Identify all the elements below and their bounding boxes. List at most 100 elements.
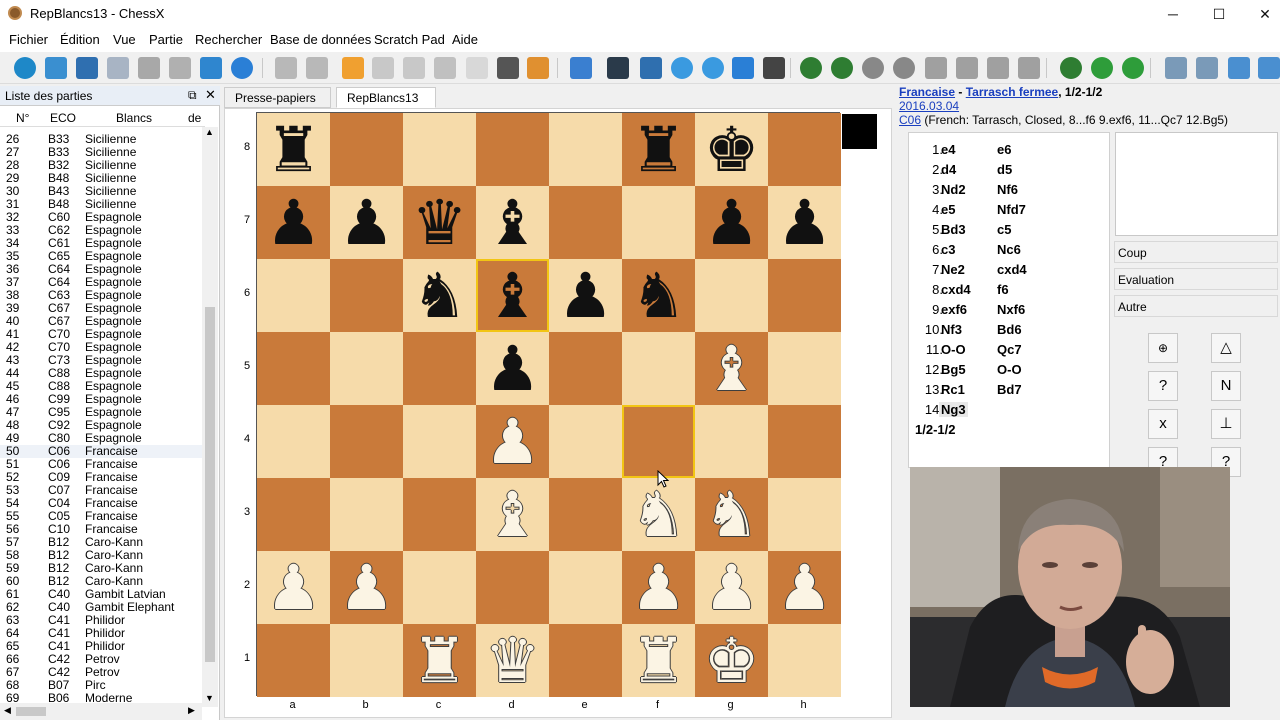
white-pawn-icon[interactable]: ♟ — [768, 551, 841, 624]
down-icon[interactable] — [987, 57, 1009, 79]
game-list-hscroll-thumb[interactable] — [16, 707, 46, 716]
black-move[interactable]: O-O — [997, 362, 1022, 377]
square-e8[interactable] — [549, 113, 622, 186]
black-bishop-icon[interactable]: ♝ — [476, 259, 549, 332]
square-f2[interactable]: ♟ — [622, 551, 695, 624]
engine-icon[interactable] — [640, 57, 662, 79]
square-g4[interactable] — [695, 405, 768, 478]
section-evaluation[interactable]: Evaluation — [1114, 268, 1278, 290]
square-f7[interactable] — [622, 186, 695, 259]
maximize-button[interactable]: ☐ — [1196, 0, 1242, 28]
tab-repblancs13[interactable]: RepBlancs13✕ — [336, 87, 436, 123]
square-c3[interactable] — [403, 478, 476, 551]
scroll-up-icon[interactable]: ▲ — [205, 127, 214, 137]
white-queen-icon[interactable]: ♛ — [476, 624, 549, 697]
square-g2[interactable]: ♟ — [695, 551, 768, 624]
white-move[interactable]: Bg5 — [941, 362, 966, 377]
menu-partie[interactable]: Partie — [149, 32, 183, 47]
white-knight-icon[interactable]: ♞ — [622, 478, 695, 551]
menu-edition[interactable]: Édition — [60, 32, 100, 47]
menu-base-de-donnees[interactable]: Base de données — [270, 32, 371, 47]
black-king-icon[interactable]: ♚ — [695, 113, 768, 186]
black-rook-icon[interactable]: ♜ — [257, 113, 330, 186]
square-g3[interactable]: ♞ — [695, 478, 768, 551]
black-move[interactable]: e6 — [997, 142, 1011, 157]
pencil-icon[interactable] — [342, 57, 364, 79]
menu-rechercher[interactable]: Rechercher — [195, 32, 262, 47]
square-d5[interactable]: ♟ — [476, 332, 549, 405]
square-h8[interactable] — [768, 113, 841, 186]
filter-icon[interactable] — [1228, 57, 1250, 79]
square-h4[interactable] — [768, 405, 841, 478]
white-pawn-icon[interactable]: ♟ — [695, 551, 768, 624]
white-knight-icon[interactable]: ♞ — [695, 478, 768, 551]
menu-vue[interactable]: Vue — [113, 32, 136, 47]
eco-link[interactable]: C06 — [899, 113, 921, 127]
white-king-icon[interactable]: ♚ — [695, 624, 768, 697]
scroll-left-icon[interactable]: ◀ — [4, 705, 11, 716]
white-move[interactable]: Rc1 — [941, 382, 965, 397]
nag-button[interactable]: ⊕ — [1148, 333, 1178, 363]
undo-icon[interactable] — [275, 57, 297, 79]
square-f3[interactable]: ♞ — [622, 478, 695, 551]
save-icon[interactable] — [138, 57, 160, 79]
section-autre[interactable]: Autre — [1114, 295, 1278, 317]
square-h2[interactable]: ♟ — [768, 551, 841, 624]
opening-link[interactable]: Francaise — [899, 85, 955, 99]
black-move[interactable]: Nc6 — [997, 242, 1021, 257]
magnifier-icon[interactable] — [1196, 57, 1218, 79]
flip-board-icon[interactable] — [570, 57, 592, 79]
scroll-down-icon[interactable]: ▼ — [205, 693, 214, 703]
tab-presse-papiers[interactable]: Presse-papiers✕ — [224, 87, 331, 123]
square-f6[interactable]: ♞ — [622, 259, 695, 332]
forward-icon[interactable] — [862, 57, 884, 79]
nag-button[interactable]: x — [1148, 409, 1178, 439]
minimize-button[interactable]: ─ — [1150, 0, 1196, 28]
date-link[interactable]: 2016.03.04 — [899, 99, 959, 113]
black-pawn-icon[interactable]: ♟ — [695, 186, 768, 259]
black-rook-icon[interactable]: ♜ — [622, 113, 695, 186]
square-e1[interactable] — [549, 624, 622, 697]
square-g6[interactable] — [695, 259, 768, 332]
menu-aide[interactable]: Aide — [452, 32, 478, 47]
nag-button[interactable]: ? — [1148, 371, 1178, 401]
square-c2[interactable] — [403, 551, 476, 624]
black-pawn-icon[interactable]: ♟ — [330, 186, 403, 259]
square-g7[interactable]: ♟ — [695, 186, 768, 259]
square-e2[interactable] — [549, 551, 622, 624]
square-a2[interactable]: ♟ — [257, 551, 330, 624]
back-icon[interactable] — [1018, 57, 1040, 79]
square-g8[interactable]: ♚ — [695, 113, 768, 186]
black-move[interactable]: Qc7 — [997, 342, 1022, 357]
black-move[interactable]: Nxf6 — [997, 302, 1025, 317]
white-bishop-icon[interactable]: ♝ — [476, 478, 549, 551]
last-move-icon[interactable] — [893, 57, 915, 79]
up-icon[interactable] — [956, 57, 978, 79]
square-a1[interactable] — [257, 624, 330, 697]
square-b6[interactable] — [330, 259, 403, 332]
white-move[interactable]: cxd4 — [941, 282, 971, 297]
paste-icon[interactable] — [372, 57, 394, 79]
chess-board[interactable]: ♜ ♜ ♚ ♟ ♟ ♛ ♝ ♟ ♟ ♞ ♝ ♟ ♞ ♟ ♝ ♟ ♝ ♞ ♞ ♟ ♟ ♟ ♟ ♟ ♜ ♛ ♜ ♚ — [256, 112, 841, 697]
square-a7[interactable]: ♟ — [257, 186, 330, 259]
comment-box[interactable] — [1115, 132, 1278, 236]
document-icon[interactable] — [466, 57, 488, 79]
square-b3[interactable] — [330, 478, 403, 551]
first-move-icon[interactable] — [800, 57, 822, 79]
black-move[interactable]: Bd6 — [997, 322, 1022, 337]
square-e3[interactable] — [549, 478, 622, 551]
square-b5[interactable] — [330, 332, 403, 405]
square-h3[interactable] — [768, 478, 841, 551]
square-c5[interactable] — [403, 332, 476, 405]
new-variation-icon[interactable] — [1060, 57, 1082, 79]
square-d2[interactable] — [476, 551, 549, 624]
white-move[interactable]: Nf3 — [941, 322, 962, 337]
database-icon[interactable] — [107, 57, 129, 79]
promote-icon[interactable] — [1091, 57, 1113, 79]
black-move[interactable]: Nf6 — [997, 182, 1018, 197]
clipboard-icon[interactable] — [527, 57, 549, 79]
column-eco[interactable]: ECO — [50, 111, 76, 125]
fics-icon[interactable] — [76, 57, 98, 79]
column-white[interactable]: Blancs — [116, 111, 152, 125]
square-b1[interactable] — [330, 624, 403, 697]
